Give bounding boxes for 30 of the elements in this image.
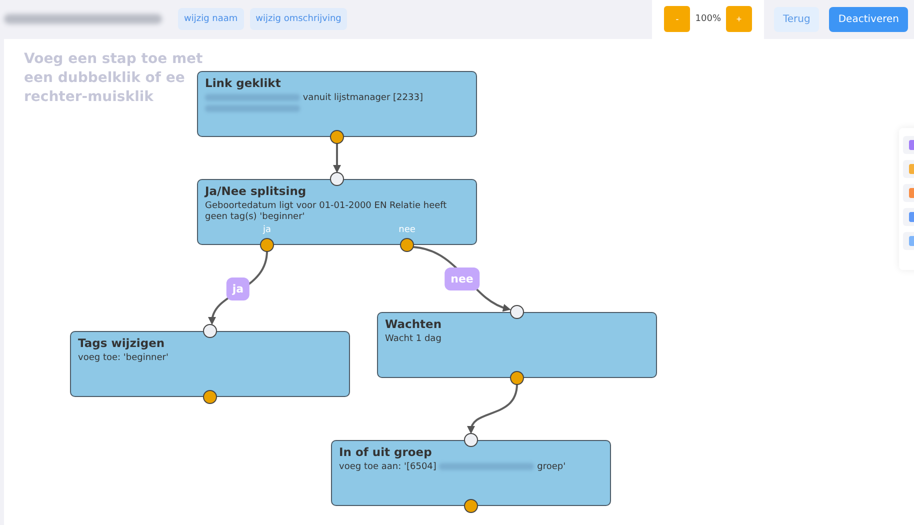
step-node[interactable]: In of uit groep voeg toe aan: '[6504] groep': [331, 440, 611, 506]
step-node[interactable]: Link geklikt vanuit lijstmanager [2233]: [197, 71, 477, 137]
hint-text: Voeg een stap toe met: [24, 50, 203, 69]
node-title: In of uit groep: [339, 445, 433, 459]
node-title: Wachten: [385, 317, 443, 331]
deactivate-button[interactable]: Deactiveren: [829, 6, 908, 32]
node-description: Geboortedatum ligt voor 01-01-2000 EN Relatie heeft geen tag(s) 'beginner': [205, 201, 448, 223]
zoom-level: 100%: [695, 14, 721, 24]
edge-label: ja: [226, 278, 250, 300]
node-title: Tags wijzigen: [78, 336, 166, 350]
step-node[interactable]: Tags wijzigen voeg toe: 'beginner': [70, 331, 350, 397]
step-node[interactable]: Wachten Wacht 1 dag: [377, 312, 657, 378]
hint-text: rechter-muisklik: [24, 88, 154, 107]
node-title: Ja/Nee splitsing: [205, 184, 308, 198]
zoom-in-button[interactable]: +: [726, 6, 752, 32]
port-label: nee: [398, 225, 416, 235]
toolbar-button[interactable]: wijzig omschrijving: [250, 8, 348, 30]
hint-text: een dubbelklik of ee: [24, 69, 185, 88]
node-title: Link geklikt: [205, 76, 282, 90]
toolbar-button[interactable]: wijzig naam: [178, 8, 244, 30]
node-description: voeg toe aan: '[6504] groep': [339, 462, 567, 473]
zoom-out-button[interactable]: -: [664, 6, 690, 32]
connector-arrow: [468, 384, 518, 434]
node-description: voeg toe: 'beginner': [78, 353, 170, 364]
node-description: Wacht 1 dag: [385, 334, 442, 345]
port-label: ja: [262, 225, 272, 235]
back-button[interactable]: Terug: [774, 6, 820, 32]
connector-arrow: [333, 143, 341, 173]
edge-label: nee: [444, 268, 480, 290]
node-description: vanuit lijstmanager [2233]: [205, 93, 469, 115]
